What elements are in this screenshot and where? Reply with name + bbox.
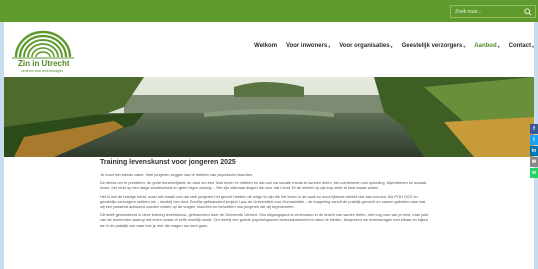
whatsapp-share-button[interactable]: w [530,168,538,178]
linkedin-share-button[interactable]: in [530,146,538,156]
chevron-down-icon: ▾ [531,43,534,49]
whatsapp-icon: w [532,170,536,176]
search-input[interactable] [451,8,525,15]
nav-item-label: Contact [508,43,531,49]
nav-item-label: Geestelijk verzorgers [401,43,463,49]
social-share-bar: f t in ✉ w [530,124,538,179]
article-paragraph: Het is wel de huidige trend, maar het ma… [100,193,426,210]
article-title: Training levenskunst voor jongeren 2025 [100,159,236,166]
logo-arcs-icon [12,30,74,59]
mail-icon: ✉ [531,159,537,165]
article-paragraph: Je hoort het steeds vaker. Veel jongeren… [100,172,254,177]
article: Training levenskunst voor jongeren 2025 … [100,159,430,231]
nav-item-geestelijk-verzorgers[interactable]: Geestelijk verzorgers ▾ [402,43,466,49]
nav-item-label: Voor inwoners [286,43,328,49]
chevron-down-icon: ▾ [463,43,466,49]
logo-title: Zin in Utrecht [18,59,70,68]
facebook-share-button[interactable]: f [530,124,538,134]
site-header: Zin in Utrecht centrum voor levensvragen… [4,22,534,77]
nav-item-label: Voor organisaties [339,43,390,49]
linkedin-icon: in [531,148,537,154]
chevron-down-icon: ▾ [390,43,393,49]
article-paragraph: De stress om te presteren, de grote keuz… [100,180,427,191]
email-share-button[interactable]: ✉ [530,157,538,167]
nav-item-label: Welkom [254,43,278,49]
chevron-down-icon: ▾ [497,43,500,49]
top-bar [0,0,538,22]
search-icon[interactable] [524,8,532,16]
canal-photo [4,77,534,157]
logo[interactable]: Zin in Utrecht centrum voor levensvragen [10,27,76,77]
twitter-icon: t [533,137,535,143]
nav-item-aanbod[interactable]: Aanbod ▾ [474,43,499,49]
article-paragraph: Dit heeft geresulteerd in deze training … [100,212,429,228]
page: Zin in Utrecht centrum voor levensvragen… [4,22,534,269]
nav-item-contact[interactable]: Contact ▾ [509,43,534,49]
hero-image [4,77,534,157]
logo-subtitle: centrum voor levensvragen [21,69,64,73]
facebook-icon: f [533,126,535,132]
search-box[interactable] [450,5,536,18]
main-nav: Welkom Voor inwoners ▾ Voor organisaties ▾… [254,43,534,49]
browser-frame: Zin in Utrecht centrum voor levensvragen… [0,0,538,269]
chevron-down-icon: ▾ [328,43,331,49]
nav-item-voor-inwoners[interactable]: Voor inwoners ▾ [286,43,330,49]
nav-item-label: Aanbod [474,43,497,49]
nav-item-welkom[interactable]: Welkom [254,43,277,49]
nav-item-voor-organisaties[interactable]: Voor organisaties ▾ [339,43,392,49]
twitter-share-button[interactable]: t [530,135,538,145]
